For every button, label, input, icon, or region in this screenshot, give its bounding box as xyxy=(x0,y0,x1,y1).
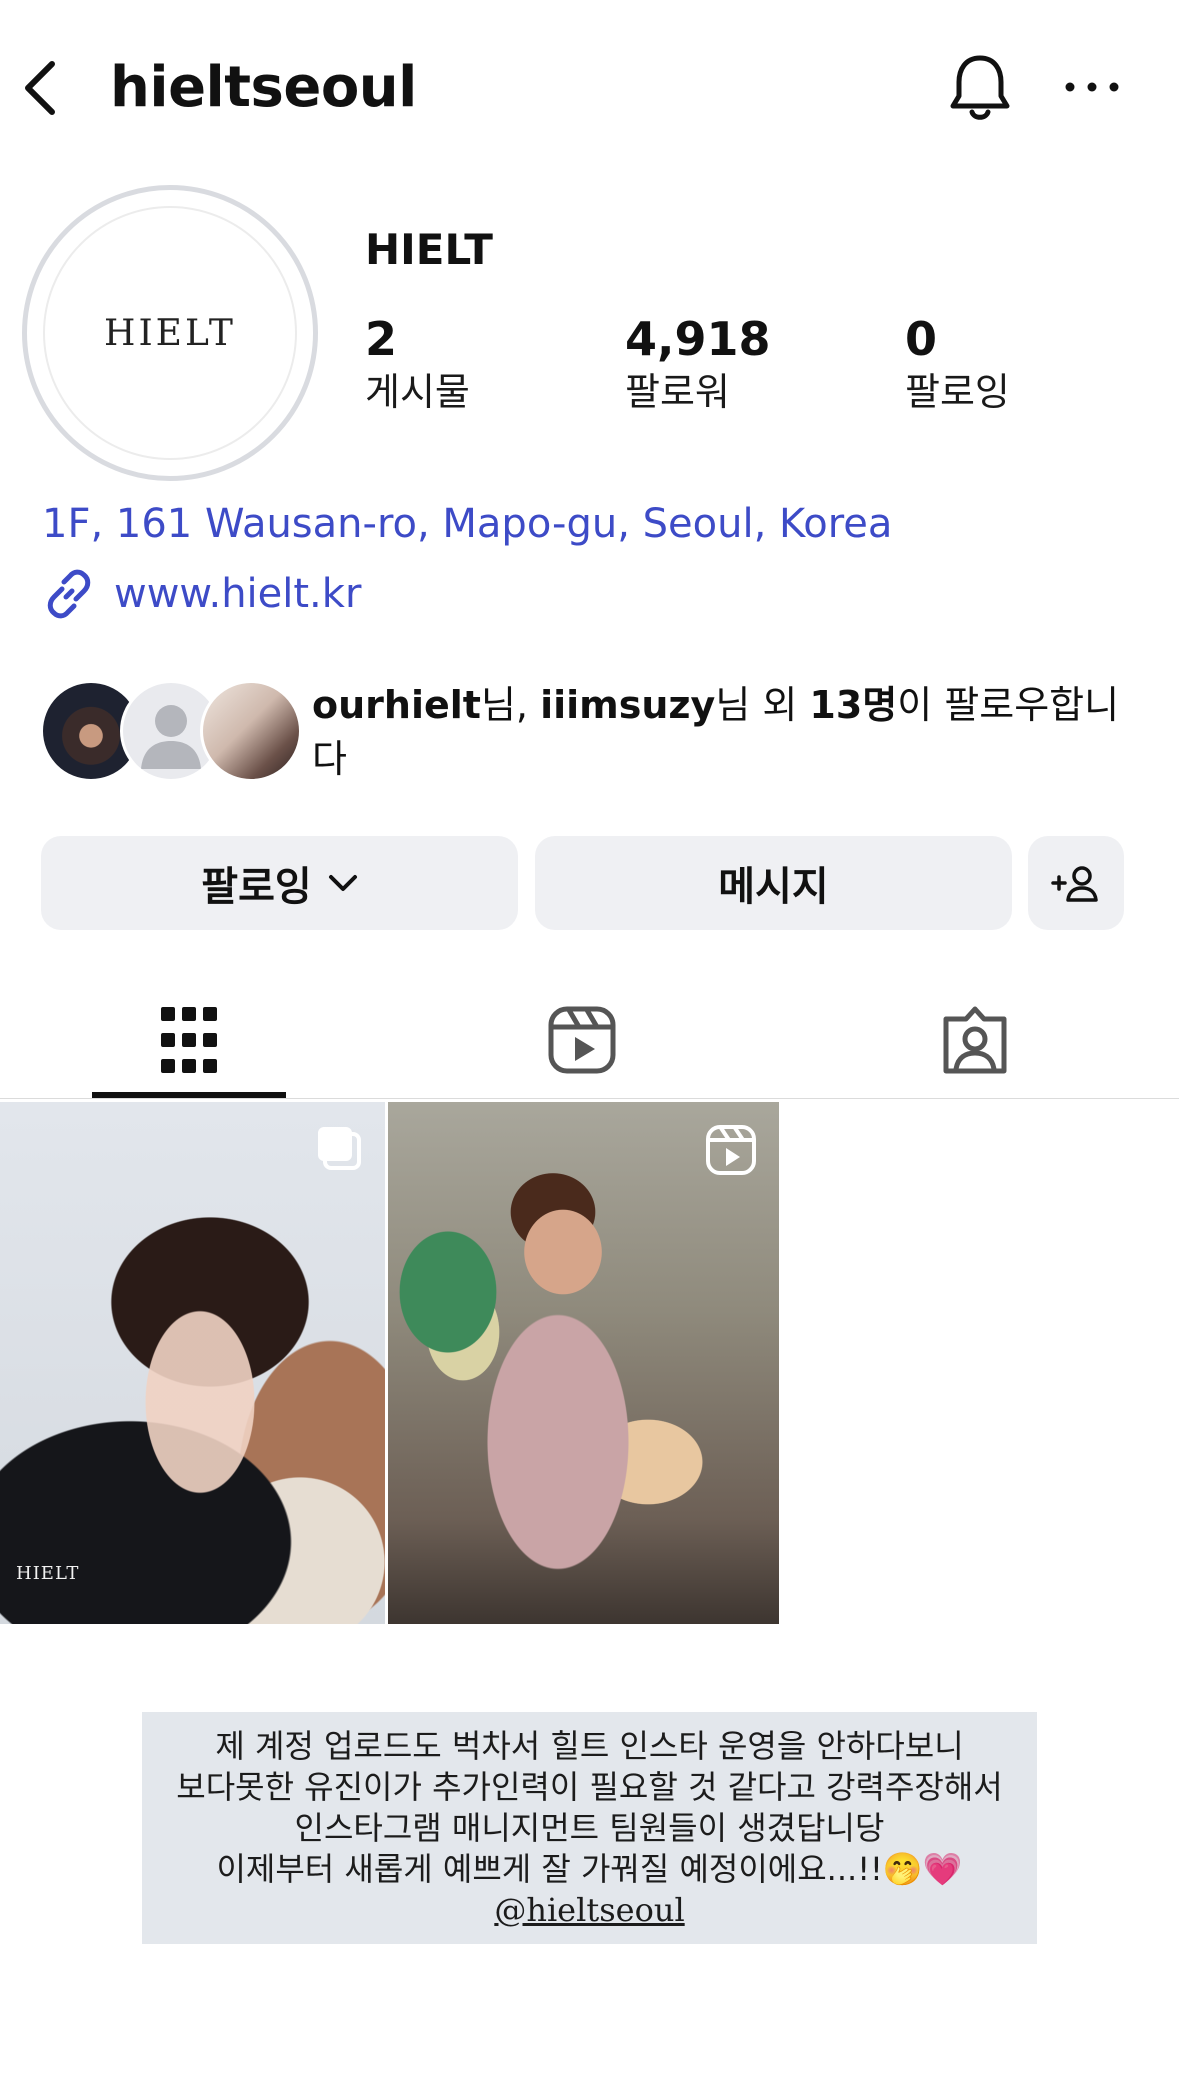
add-user-icon xyxy=(1051,866,1098,902)
carousel-icon xyxy=(318,1127,361,1170)
followers-count: 4,918 xyxy=(625,312,771,366)
posts-stat[interactable]: 2 게시물 xyxy=(365,310,470,416)
website-link[interactable]: www.hielt.kr xyxy=(42,564,361,624)
reel-badge-icon xyxy=(706,1125,756,1175)
mutual-user-2[interactable]: iiimsuzy xyxy=(540,683,715,727)
suggest-users-button[interactable] xyxy=(1028,836,1124,930)
followers-stat[interactable]: 4,918 팔로워 xyxy=(625,310,771,416)
bell-icon[interactable] xyxy=(945,50,1015,126)
caption-line-2: 보다못한 유진이가 추가인력이 필요할 것 같다고 강력주장해서 xyxy=(176,1768,1003,1806)
message-button-label: 메시지 xyxy=(718,864,829,910)
link-icon xyxy=(47,569,91,619)
mutual-avatar-3 xyxy=(200,680,302,782)
caption-mention[interactable]: @hieltseoul xyxy=(494,1891,684,1929)
followed-by-text[interactable]: ourhielt님, iiimsuzy님 외 13명이 팔로우합니다 xyxy=(312,678,1142,786)
grid-icon xyxy=(161,1007,217,1073)
message-button[interactable]: 메시지 xyxy=(535,836,1012,930)
following-count: 0 xyxy=(905,312,938,366)
following-button-label: 팔로잉 xyxy=(201,864,312,910)
tab-reels[interactable] xyxy=(485,985,679,1095)
following-button[interactable]: 팔로잉 xyxy=(41,836,518,930)
caption-line-3: 인스타그램 매니지먼트 팀원들이 생겼답니당 xyxy=(294,1809,885,1847)
more-options-icon[interactable] xyxy=(1060,72,1124,102)
followed-by-separator: 님, xyxy=(480,683,541,727)
followers-label: 팔로워 xyxy=(625,370,730,414)
caption-line-1: 제 계정 업로드도 벅차서 힐트 인스타 운영을 안하다보니 xyxy=(215,1727,964,1765)
tab-divider xyxy=(0,1098,1179,1099)
followed-by-separator: 님 외 xyxy=(715,683,810,727)
mutual-followers-avatars[interactable] xyxy=(40,680,302,782)
mutual-user-1[interactable]: ourhielt xyxy=(312,683,481,727)
tab-posts-grid[interactable] xyxy=(92,985,286,1095)
post-brand-logo: HIELT xyxy=(16,1563,80,1584)
chevron-down-icon xyxy=(328,875,357,891)
display-name: HIELT xyxy=(365,225,493,274)
post-thumbnail-1[interactable]: HIELT xyxy=(0,1102,385,1624)
profile-username: hieltseoul xyxy=(110,55,417,120)
following-label: 팔로잉 xyxy=(905,370,1010,414)
profile-avatar[interactable]: HIELT xyxy=(22,185,318,481)
mutual-count: 13명 xyxy=(809,683,898,727)
website-text: www.hielt.kr xyxy=(114,571,362,617)
caption-line-4: 이제부터 새롭게 예쁘게 잘 가꿔질 예정이에요...!!🤭💗 xyxy=(216,1850,963,1888)
following-stat[interactable]: 0 팔로잉 xyxy=(905,310,1010,416)
post-thumbnail-2[interactable] xyxy=(388,1102,779,1624)
tab-tagged[interactable] xyxy=(878,985,1072,1095)
tagged-person-icon xyxy=(943,1006,1007,1074)
posts-label: 게시물 xyxy=(365,370,470,414)
reels-icon xyxy=(548,1006,616,1074)
back-arrow-icon[interactable] xyxy=(18,58,62,118)
address-link[interactable]: 1F, 161 Wausan-ro, Mapo-gu, Seoul, Korea xyxy=(42,496,892,552)
avatar-logo-text: HIELT xyxy=(43,206,297,460)
story-caption-box: 제 계정 업로드도 벅차서 힐트 인스타 운영을 안하다보니 보다못한 유진이가… xyxy=(142,1712,1037,1944)
posts-count: 2 xyxy=(365,312,398,366)
